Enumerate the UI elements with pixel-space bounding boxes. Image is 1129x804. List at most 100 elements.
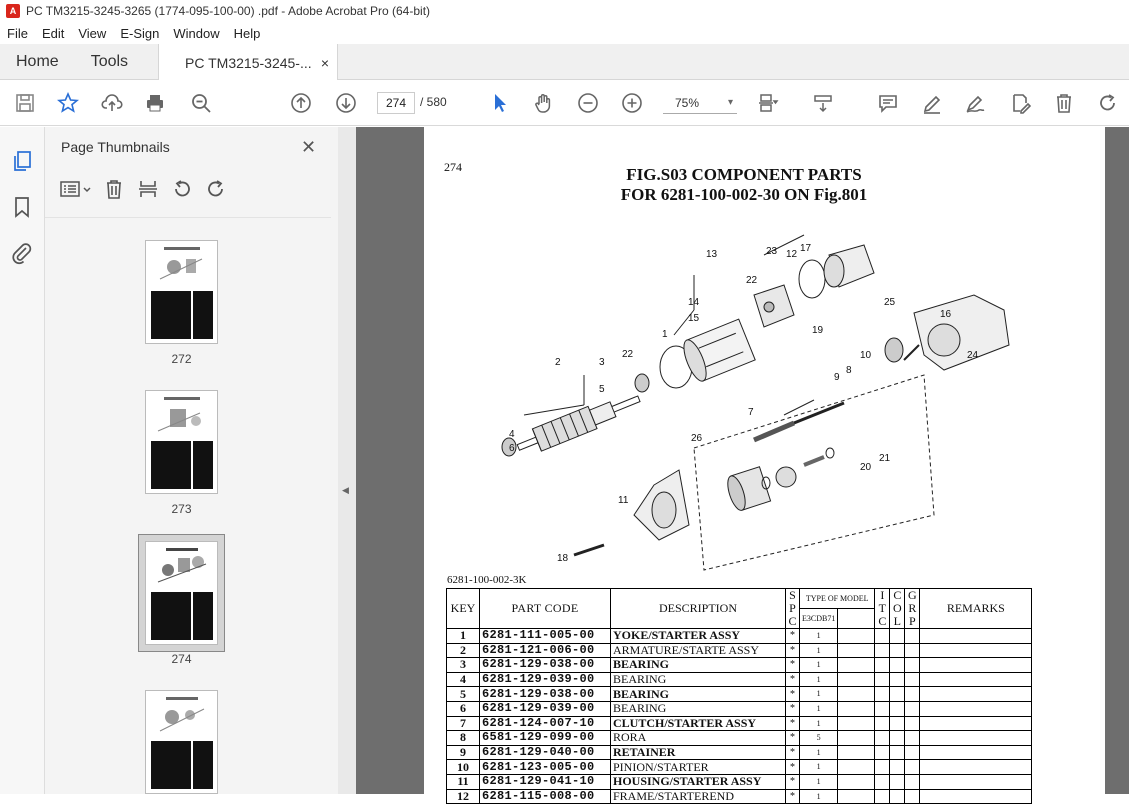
zoom-out-icon[interactable]: [575, 90, 601, 116]
rotate-counterclockwise-icon[interactable]: [171, 178, 193, 205]
page-thumbnails-icon[interactable]: [10, 149, 34, 173]
bookmark-icon[interactable]: [10, 195, 34, 219]
row-spc: *: [785, 715, 800, 732]
sign-pen-icon[interactable]: [962, 90, 988, 116]
row-itc: [874, 686, 891, 702]
highlight-pen-icon[interactable]: [919, 90, 945, 116]
callout-label: 16: [940, 309, 952, 320]
page-down-icon[interactable]: [333, 90, 359, 116]
menu-view[interactable]: View: [71, 26, 113, 41]
table-row: 3 6281-129-038-00 BEARING * 1: [446, 657, 1033, 673]
save-icon[interactable]: [12, 90, 38, 116]
row-qty: 5: [798, 730, 839, 746]
row-part-code: 6581-129-099-00: [479, 730, 611, 746]
callout-label: 24: [967, 350, 979, 361]
row-col: [889, 759, 906, 775]
page-thumbnail-selected[interactable]: [145, 541, 218, 645]
row-blank: [837, 730, 876, 746]
zoom-level-select[interactable]: 75%: [663, 92, 737, 114]
row-itc: [874, 759, 891, 775]
callout-label: 6: [509, 443, 515, 454]
page-thumbnail[interactable]: [145, 690, 218, 794]
table-row: 8 6581-129-099-00 RORA * 5: [446, 730, 1033, 746]
page-number-input[interactable]: 274: [377, 92, 415, 114]
row-grp: [904, 671, 921, 688]
row-itc: [874, 671, 891, 688]
row-blank: [837, 744, 876, 761]
row-col: [889, 671, 906, 688]
rotate-icon[interactable]: [1095, 90, 1121, 116]
select-cursor-icon[interactable]: [487, 90, 513, 116]
row-qty: 1: [798, 744, 839, 761]
row-key: 12: [446, 788, 480, 804]
menu-window[interactable]: Window: [166, 26, 226, 41]
menu-edit[interactable]: Edit: [35, 26, 71, 41]
row-spc: *: [785, 657, 800, 673]
collapse-panel-handle[interactable]: [338, 127, 356, 794]
tab-tools[interactable]: Tools: [75, 44, 144, 79]
scroll-mode-icon[interactable]: [810, 90, 836, 116]
callout-label: 7: [748, 407, 754, 418]
row-description: FRAME/STARTEREND: [610, 788, 786, 804]
row-part-code: 6281-111-005-00: [479, 628, 611, 644]
row-remarks: [919, 671, 1033, 688]
page-thumbnail[interactable]: [145, 390, 218, 494]
callout-label: 19: [812, 325, 824, 336]
header-model-code: E3CDB71: [798, 608, 839, 629]
print-icon[interactable]: [142, 90, 168, 116]
star-icon[interactable]: [55, 90, 81, 116]
zoom-search-icon[interactable]: [188, 90, 214, 116]
upload-cloud-icon[interactable]: [99, 90, 125, 116]
row-grp: [904, 788, 921, 804]
row-key: 4: [446, 671, 480, 688]
table-row: 12 6281-115-008-00 FRAME/STARTEREND * 1: [446, 788, 1033, 804]
header-col: C O L: [889, 588, 906, 629]
row-remarks: [919, 759, 1033, 775]
callout-label: 23: [766, 246, 778, 257]
row-col: [889, 686, 906, 702]
row-spc: *: [785, 686, 800, 702]
row-description: BEARING: [610, 671, 786, 688]
edit-pdf-icon[interactable]: [1007, 90, 1033, 116]
callout-label: 22: [622, 349, 634, 360]
menu-bar: File Edit View E-Sign Window Help: [0, 22, 1129, 44]
row-qty: 1: [798, 759, 839, 775]
thumbnail-label: 272: [171, 352, 192, 366]
callout-label: 9: [834, 372, 840, 383]
tab-document-label: PC TM3215-3245-...: [185, 54, 312, 71]
thumbnail-options-icon[interactable]: [59, 179, 91, 204]
row-itc: [874, 744, 891, 761]
close-tab-icon[interactable]: ×: [321, 55, 329, 71]
row-col: [889, 642, 906, 659]
menu-help[interactable]: Help: [227, 26, 268, 41]
row-remarks: [919, 657, 1033, 673]
hand-tool-icon[interactable]: [531, 90, 557, 116]
document-viewer: 2 7 4 FIG.S03 COMPONENT PARTS FOR 6281-100…: [356, 127, 1129, 804]
close-panel-icon[interactable]: ✕: [301, 137, 316, 158]
left-rail: [0, 127, 45, 794]
delete-pages-icon[interactable]: [103, 178, 125, 205]
tab-document[interactable]: PC TM3215-3245-... ×: [158, 44, 339, 81]
zoom-in-icon[interactable]: [619, 90, 645, 116]
page-up-icon[interactable]: [288, 90, 314, 116]
row-remarks: [919, 730, 1033, 746]
extract-pages-icon[interactable]: [137, 178, 159, 205]
callout-label: 15: [688, 313, 700, 324]
comment-icon[interactable]: [875, 90, 901, 116]
rotate-clockwise-icon[interactable]: [205, 178, 227, 205]
page-thumbnail[interactable]: [145, 240, 218, 344]
delete-trash-icon[interactable]: [1051, 90, 1077, 116]
menu-file[interactable]: File: [0, 26, 35, 41]
menu-esign[interactable]: E-Sign: [113, 26, 166, 41]
page-thumbnails-panel: Page Thumbnails ✕ 272 273 274 ▲: [45, 127, 355, 794]
table-row: 10 6281-123-005-00 PINION/STARTER * 1: [446, 759, 1033, 775]
table-row: 7 6281-124-007-10 CLUTCH/STARTER ASSY * 1: [446, 715, 1033, 732]
row-spc: *: [785, 671, 800, 688]
row-itc: [874, 700, 891, 717]
attachment-icon[interactable]: [10, 241, 34, 265]
thumbnail-label: 273: [171, 502, 192, 516]
tab-home[interactable]: Home: [0, 44, 75, 79]
page-fit-icon[interactable]: [755, 90, 781, 116]
header-model-blank: [837, 608, 876, 629]
row-qty: 1: [798, 700, 839, 717]
